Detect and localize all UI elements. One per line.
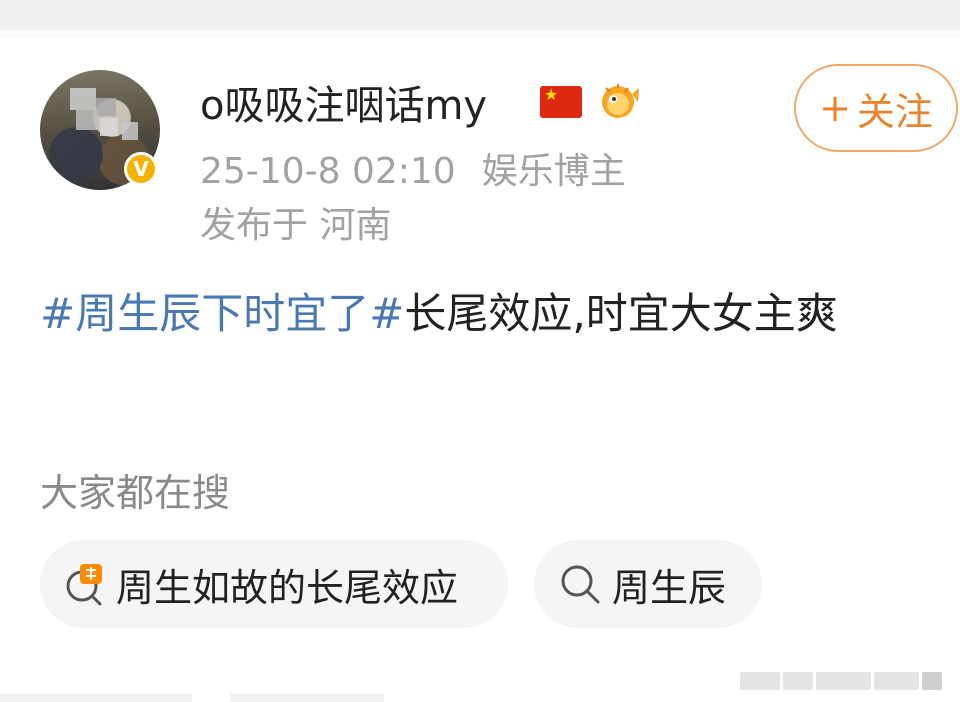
search-chip-label: 周生辰 — [612, 565, 727, 610]
verified-badge-icon: V — [124, 152, 158, 186]
post-location: 发布于 河南 — [200, 205, 392, 246]
fish-icon — [602, 84, 639, 118]
follow-plus-icon: + — [819, 86, 851, 130]
search-icon — [561, 565, 600, 604]
top-status-bar — [0, 0, 960, 30]
search-chip-hot[interactable]: 周生如故的长尾效应 — [40, 540, 508, 628]
post-content: #周生辰下时宜了#长尾效应,时宜大女主爽 — [40, 282, 930, 346]
search-chip[interactable]: 周生辰 — [534, 540, 762, 628]
username[interactable]: o吸吸注咽话my — [200, 78, 487, 134]
post-time: 25-10-8 02:10 — [200, 151, 456, 192]
user-role: 娱乐博主 — [481, 151, 626, 192]
post-meta: 25-10-8 02:10 娱乐博主 — [200, 150, 626, 194]
follow-button[interactable]: + 关注 — [794, 64, 958, 152]
watermark — [732, 668, 942, 694]
top-divider — [0, 30, 960, 38]
post-text: 长尾效应,时宜大女主爽 — [404, 289, 838, 338]
post-hashtag[interactable]: #周生辰下时宜了# — [40, 289, 404, 338]
search-chip-label: 周生如故的长尾效应 — [116, 565, 459, 610]
hot-search-icon — [66, 564, 102, 606]
bottom-strip — [0, 694, 960, 702]
search-section-title: 大家都在搜 — [40, 471, 231, 515]
verified-badge-label: V — [133, 157, 149, 181]
china-flag-icon: ★ — [540, 86, 582, 118]
follow-label: 关注 — [856, 89, 933, 134]
